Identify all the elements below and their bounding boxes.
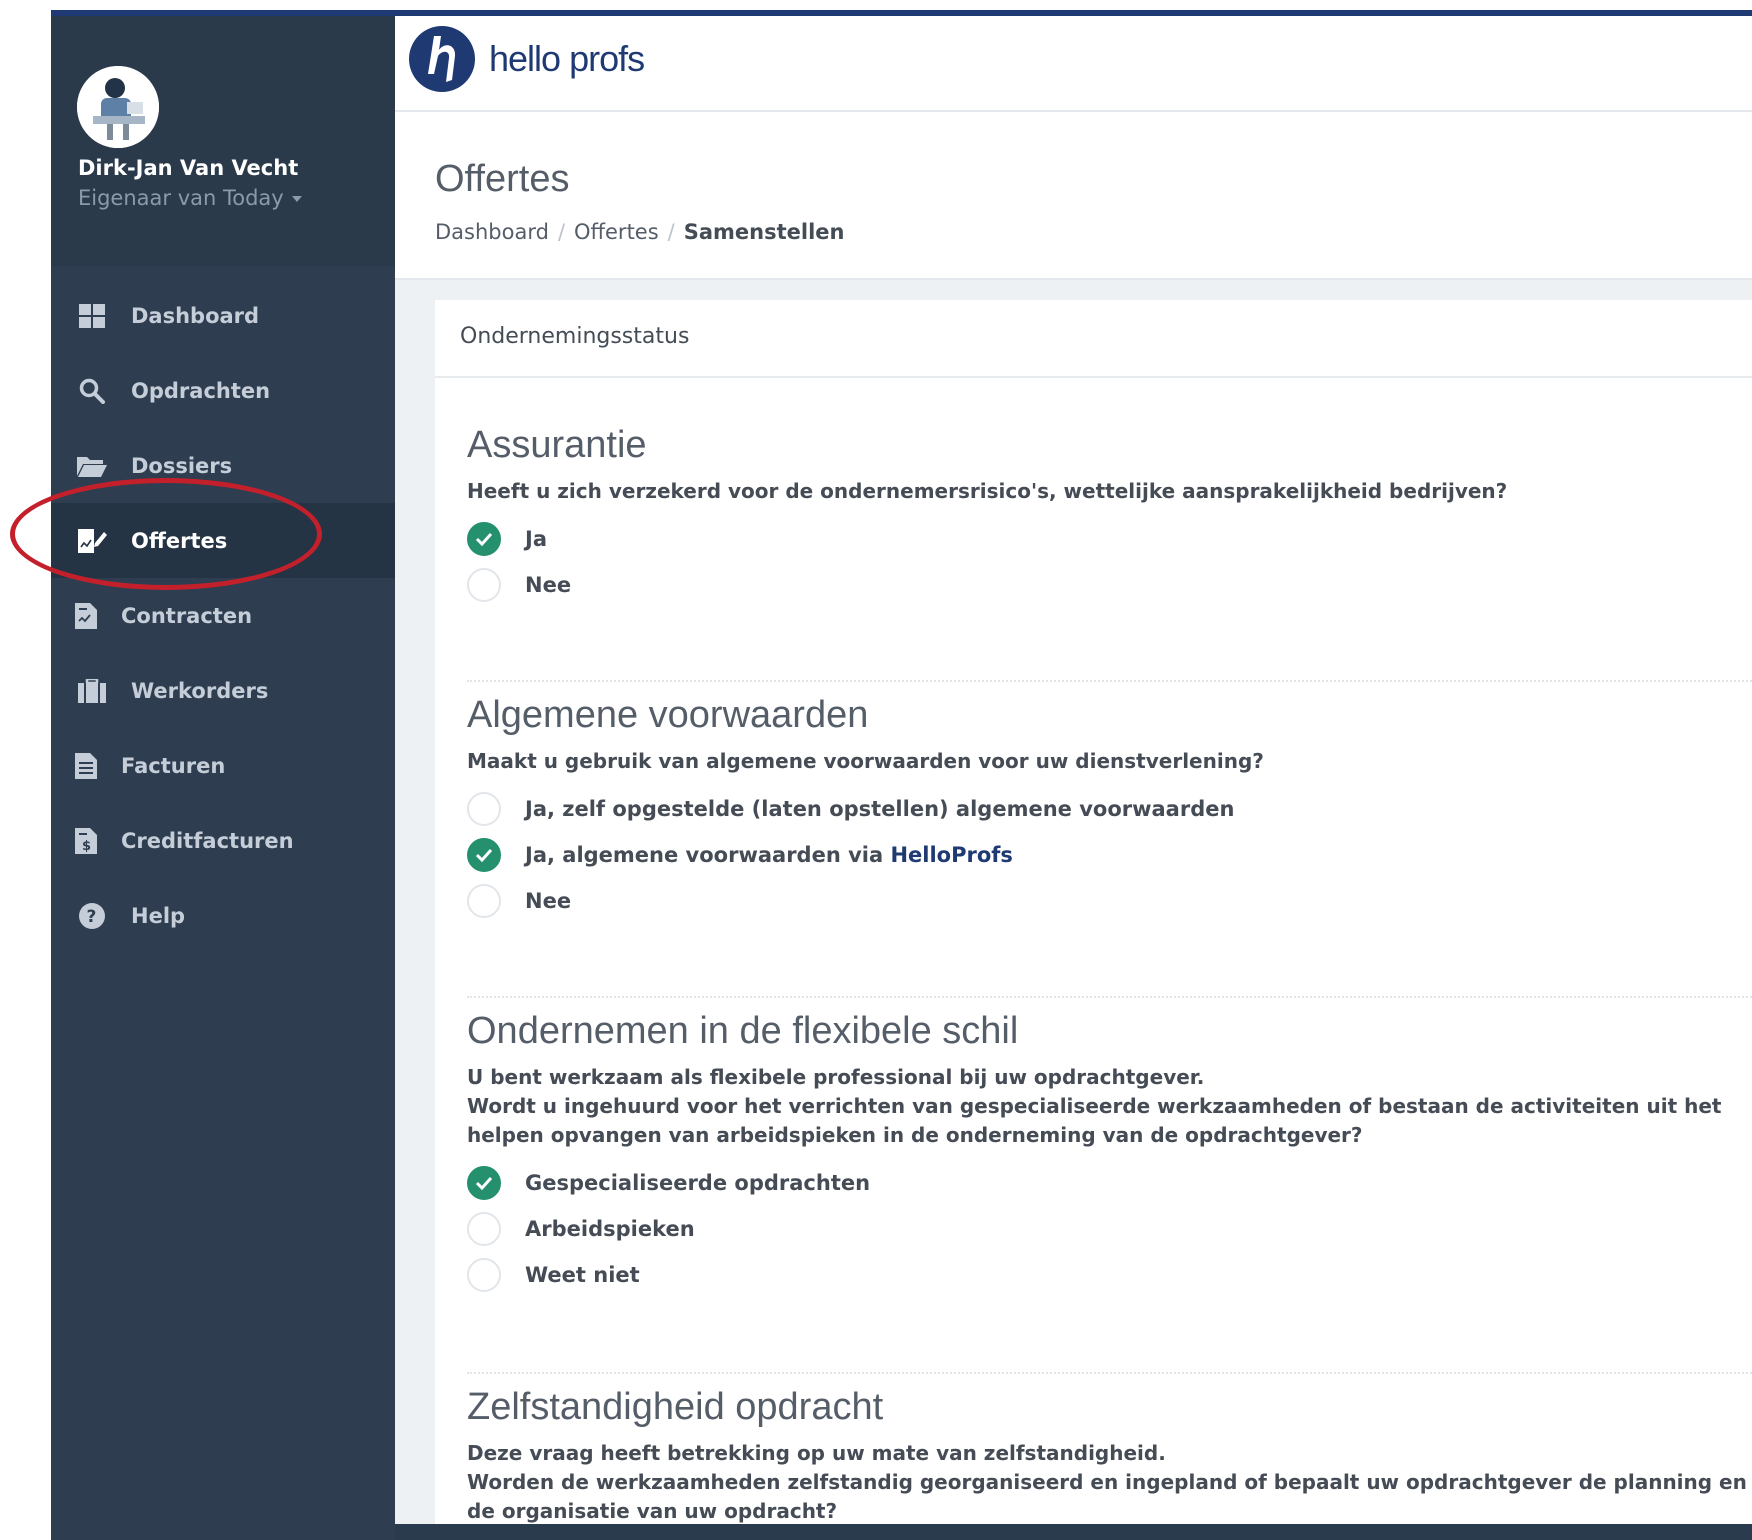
radio-option-weet-niet[interactable]: Weet niet [467, 1252, 1747, 1298]
sidebar-item-label: Opdrachten [131, 378, 271, 403]
breadcrumb-separator: / [667, 220, 675, 244]
radio-label: Arbeidspieken [525, 1217, 695, 1241]
radio-option-via-helloprofs[interactable]: Ja, algemene voorwaarden via HelloProfs [467, 832, 1747, 878]
radio-label: Ja, algemene voorwaarden via HelloProfs [525, 843, 1013, 867]
breadcrumb-separator: / [557, 220, 566, 244]
radio-unchecked-icon[interactable] [467, 884, 501, 918]
sidebar-item-label: Dossiers [131, 453, 233, 478]
question-line: Deze vraag heeft betrekking op uw mate v… [467, 1441, 1166, 1465]
chevron-down-icon [291, 196, 302, 202]
radio-option-zelf-opgesteld[interactable]: Ja, zelf opgestelde (laten opstellen) al… [467, 786, 1747, 832]
sidebar-item-label: Creditfacturen [121, 828, 294, 853]
user-name: Dirk-Jan Van Vecht [78, 156, 299, 180]
radio-label: Weet niet [525, 1263, 640, 1287]
section-title: Assurantie [467, 424, 647, 466]
section-title: Algemene voorwaarden [467, 694, 869, 736]
section-question: U bent werkzaam als flexibele profession… [467, 1063, 1747, 1150]
page-header: Offertes Dashboard / Offertes / Samenstellen [395, 112, 1752, 280]
svg-text:$: $ [82, 839, 91, 854]
sidebar-item-facturen[interactable]: Facturen [51, 728, 395, 803]
form-card: Ondernemingsstatus Assurantie Heeft u zi… [435, 300, 1752, 1540]
sidebar-item-dashboard[interactable]: Dashboard [51, 278, 395, 353]
sidebar: Dirk-Jan Van Vecht Eigenaar van Today Da… [51, 16, 395, 1540]
question-line: U bent werkzaam als flexibele profession… [467, 1065, 1205, 1089]
folder-icon [77, 451, 107, 481]
question-line: Worden de werkzaamheden zelfstandig geor… [467, 1470, 1747, 1523]
credit-invoice-icon: $ [71, 826, 101, 856]
search-icon [77, 376, 107, 406]
topbar: hello profs [395, 16, 1752, 112]
sidebar-item-werkorders[interactable]: Werkorders [51, 653, 395, 728]
radio-unchecked-icon[interactable] [467, 1212, 501, 1246]
section-question: Deze vraag heeft betrekking op uw mate v… [467, 1439, 1747, 1526]
section-assurantie: Assurantie Heeft u zich verzekerd voor d… [467, 424, 1747, 608]
sidebar-item-help[interactable]: ? Help [51, 878, 395, 953]
card-header: Ondernemingsstatus [435, 300, 1752, 378]
sidebar-nav: Dashboard Opdrachten Dossiers Offertes C… [51, 278, 395, 953]
section-zelfstandigheid: Zelfstandigheid opdracht Deze vraag heef… [467, 1386, 1747, 1540]
section-question: Heeft u zich verzekerd voor de onderneme… [467, 479, 1508, 503]
radio-group: Ja, zelf opgestelde (laten opstellen) al… [467, 786, 1747, 924]
section-divider [467, 1372, 1752, 1374]
radio-group: Ja Nee [467, 516, 1747, 608]
radio-checked-icon[interactable] [467, 838, 501, 872]
card-title: Ondernemingsstatus [460, 324, 690, 349]
profile-panel: Dirk-Jan Van Vecht Eigenaar van Today [51, 16, 395, 266]
sidebar-item-label: Help [131, 903, 186, 928]
radio-label: Nee [525, 889, 572, 913]
invoice-icon [71, 751, 101, 781]
avatar[interactable] [77, 66, 159, 148]
page-title: Offertes [435, 158, 570, 200]
radio-option-ja[interactable]: Ja [467, 516, 1747, 562]
section-divider [467, 680, 1752, 682]
help-icon: ? [77, 901, 107, 931]
radio-unchecked-icon[interactable] [467, 568, 501, 602]
user-role-label: Eigenaar van Today [78, 186, 284, 210]
radio-unchecked-icon[interactable] [467, 1258, 501, 1292]
radio-label: Ja [525, 527, 547, 551]
radio-checked-icon[interactable] [467, 1166, 501, 1200]
helloprofs-link[interactable]: HelloProfs [890, 843, 1012, 867]
radio-group: Gespecialiseerde opdrachten Arbeidspieke… [467, 1160, 1747, 1298]
dashboard-icon [77, 301, 107, 331]
logo-text: hello profs [489, 38, 645, 79]
section-flexibele-schil: Ondernemen in de flexibele schil U bent … [467, 1010, 1747, 1298]
bottom-border [395, 1524, 1752, 1540]
sidebar-item-opdrachten[interactable]: Opdrachten [51, 353, 395, 428]
section-divider [467, 996, 1752, 998]
briefcase-icon [77, 676, 107, 706]
sidebar-item-creditfacturen[interactable]: $ Creditfacturen [51, 803, 395, 878]
radio-unchecked-icon[interactable] [467, 792, 501, 826]
radio-option-nee[interactable]: Nee [467, 562, 1747, 608]
sidebar-item-label: Dashboard [131, 303, 260, 328]
sidebar-item-contracten[interactable]: Contracten [51, 578, 395, 653]
breadcrumb: Dashboard / Offertes / Samenstellen [435, 220, 845, 244]
sidebar-item-label: Werkorders [131, 678, 269, 703]
sidebar-item-label: Contracten [121, 603, 253, 628]
sidebar-item-label: Facturen [121, 753, 226, 778]
brand-logo[interactable]: hello profs [409, 26, 645, 92]
radio-checked-icon[interactable] [467, 522, 501, 556]
radio-label: Nee [525, 573, 572, 597]
svg-text:?: ? [87, 907, 97, 927]
highlight-annotation [10, 478, 322, 590]
radio-option-nee[interactable]: Nee [467, 878, 1747, 924]
section-title: Ondernemen in de flexibele schil [467, 1010, 1019, 1052]
section-title: Zelfstandigheid opdracht [467, 1386, 884, 1428]
user-role-dropdown[interactable]: Eigenaar van Today [78, 186, 302, 210]
radio-label: Ja, zelf opgestelde (laten opstellen) al… [525, 797, 1235, 821]
radio-label-text: Ja, algemene voorwaarden via [525, 843, 891, 867]
radio-label: Gespecialiseerde opdrachten [525, 1171, 871, 1195]
radio-option-arbeidspieken[interactable]: Arbeidspieken [467, 1206, 1747, 1252]
section-question: Maakt u gebruik van algemene voorwaarden… [467, 749, 1264, 773]
question-line: Wordt u ingehuurd voor het verrichten va… [467, 1094, 1722, 1147]
logo-icon [409, 26, 475, 92]
breadcrumb-current: Samenstellen [683, 220, 845, 244]
breadcrumb-dashboard[interactable]: Dashboard [435, 220, 549, 244]
section-algemene-voorwaarden: Algemene voorwaarden Maakt u gebruik van… [467, 694, 1747, 924]
contract-icon [71, 601, 101, 631]
breadcrumb-offertes[interactable]: Offertes [574, 220, 659, 244]
main-content: hello profs Offertes Dashboard / Offertes /… [395, 16, 1752, 1540]
radio-option-gespecialiseerd[interactable]: Gespecialiseerde opdrachten [467, 1160, 1747, 1206]
